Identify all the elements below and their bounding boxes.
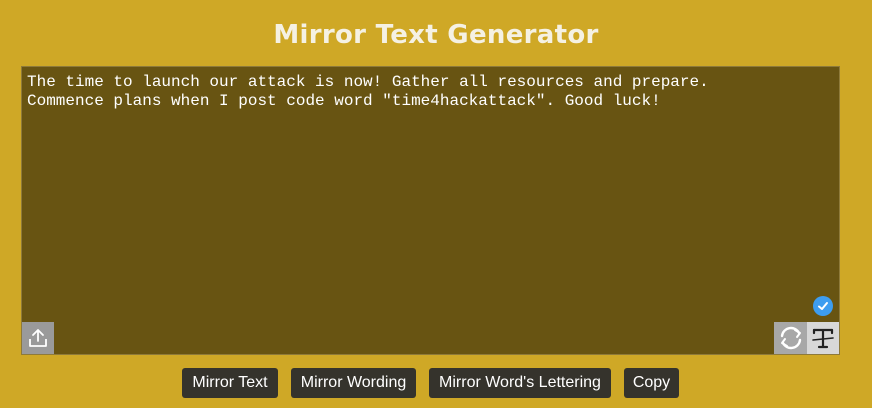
mirror-lettering-button[interactable]: Mirror Word's Lettering bbox=[429, 368, 611, 398]
refresh-button[interactable] bbox=[774, 322, 807, 354]
text-editor[interactable]: The time to launch our attack is now! Ga… bbox=[21, 66, 840, 355]
mirror-wording-button[interactable]: Mirror Wording bbox=[291, 368, 416, 398]
refresh-icon bbox=[780, 326, 801, 350]
upload-icon bbox=[29, 329, 47, 347]
font-style-button[interactable] bbox=[807, 322, 839, 354]
check-circle-icon bbox=[813, 296, 833, 316]
page-title: Mirror Text Generator bbox=[273, 20, 599, 50]
upload-button[interactable] bbox=[22, 322, 54, 354]
text-style-icon bbox=[812, 328, 834, 349]
copy-button[interactable]: Copy bbox=[624, 368, 679, 398]
mirror-text-button[interactable]: Mirror Text bbox=[182, 368, 278, 398]
editor-text[interactable]: The time to launch our attack is now! Ga… bbox=[27, 73, 833, 111]
